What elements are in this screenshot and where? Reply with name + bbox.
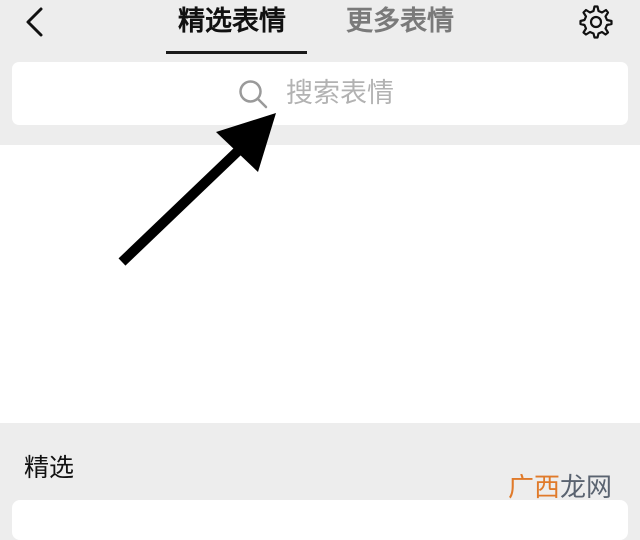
sticker-content-area (0, 145, 640, 423)
chevron-left-icon (26, 7, 43, 37)
active-tab-indicator (166, 51, 307, 54)
settings-button[interactable] (576, 2, 616, 42)
back-button[interactable] (14, 2, 54, 42)
watermark-part-2: 龙网 (560, 473, 613, 503)
watermark-logo: 广西龙网 (508, 470, 612, 506)
search-placeholder[interactable]: 搜索表情 (286, 74, 394, 114)
top-nav-bar: 精选表情 更多表情 (0, 0, 640, 56)
search-icon (239, 80, 268, 109)
section-title-featured: 精选 (24, 453, 75, 482)
gear-icon (579, 5, 613, 39)
tab-featured-stickers[interactable]: 精选表情 (178, 2, 286, 42)
tab-more-stickers[interactable]: 更多表情 (346, 2, 454, 42)
featured-card[interactable] (12, 500, 628, 540)
watermark-part-1: 广西 (508, 473, 561, 503)
